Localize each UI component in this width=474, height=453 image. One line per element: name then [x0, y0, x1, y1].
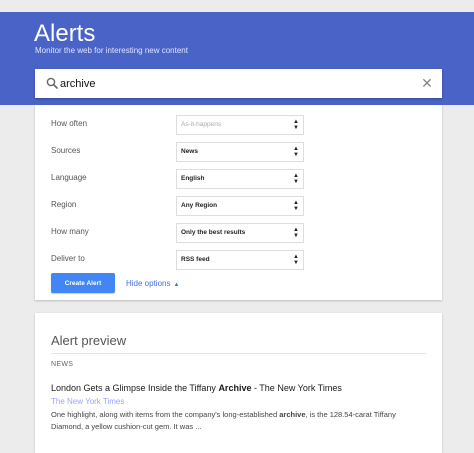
select-value: English	[181, 175, 205, 182]
option-row-language: Language English ▲ ▼	[51, 169, 431, 189]
language-select[interactable]: English ▲ ▼	[176, 169, 304, 189]
option-row-how-many: How many Only the best results ▲ ▼	[51, 223, 431, 243]
hide-options-link[interactable]: Hide options ▲	[126, 279, 179, 288]
section-label: NEWS	[51, 361, 74, 368]
option-row-deliver-to: Deliver to RSS feed ▲ ▼	[51, 250, 431, 270]
select-value: As-it-happens	[181, 121, 222, 128]
hide-options-label: Hide options	[126, 279, 171, 288]
page-title: Alerts	[34, 20, 96, 47]
select-arrows-icon: ▲ ▼	[293, 146, 299, 158]
header-bar: Alerts Monitor the web for interesting n…	[0, 12, 474, 105]
search-icon	[46, 77, 58, 89]
result-title-text: London Gets a Glimpse Inside the Tiffany	[51, 383, 219, 393]
sources-select[interactable]: News ▲ ▼	[176, 142, 304, 162]
option-label: How often	[51, 119, 88, 128]
search-box[interactable]: ✕	[35, 69, 442, 98]
search-input[interactable]	[60, 75, 400, 92]
result-snippet: One highlight, along with items from the…	[51, 409, 421, 432]
caret-up-icon: ▲	[173, 282, 180, 288]
how-many-select[interactable]: Only the best results ▲ ▼	[176, 223, 304, 243]
select-value: News	[181, 148, 198, 155]
alert-options-card: How often As-it-happens ▲ ▼ Sources News …	[35, 105, 442, 300]
select-arrows-icon: ▲ ▼	[293, 173, 299, 185]
close-icon[interactable]: ✕	[418, 74, 436, 92]
option-row-region: Region Any Region ▲ ▼	[51, 196, 431, 216]
select-arrows-icon: ▲ ▼	[293, 200, 299, 212]
option-label: Region	[51, 200, 77, 209]
snippet-text: One highlight, along with items from the…	[51, 410, 280, 419]
snippet-highlight: archive	[279, 410, 306, 419]
preview-title: Alert preview	[51, 333, 127, 348]
region-select[interactable]: Any Region ▲ ▼	[176, 196, 304, 216]
option-label: Deliver to	[51, 254, 85, 263]
option-label: Language	[51, 173, 87, 182]
option-label: Sources	[51, 146, 81, 155]
select-value: RSS feed	[181, 256, 210, 263]
option-label: How many	[51, 227, 89, 236]
deliver-to-select[interactable]: RSS feed ▲ ▼	[176, 250, 304, 270]
divider	[51, 353, 426, 354]
alert-preview-card: Alert preview NEWS London Gets a Glimpse…	[35, 313, 442, 453]
page-subtitle: Monitor the web for interesting new cont…	[35, 46, 188, 55]
select-arrows-icon: ▲ ▼	[293, 254, 299, 266]
result-title-highlight: Archive	[218, 383, 252, 393]
create-alert-button[interactable]: Create Alert	[51, 273, 115, 293]
result-title-link[interactable]: London Gets a Glimpse Inside the Tiffany…	[51, 383, 342, 393]
result-title-text-end: - The New York Times	[251, 383, 342, 393]
how-often-select: As-it-happens ▲ ▼	[176, 115, 304, 135]
select-arrows-icon: ▲ ▼	[293, 119, 299, 131]
select-arrows-icon: ▲ ▼	[293, 227, 299, 239]
result-source: The New York Times	[51, 397, 125, 406]
select-value: Only the best results	[181, 229, 246, 236]
option-row-how-often: How often As-it-happens ▲ ▼	[51, 115, 431, 135]
select-value: Any Region	[181, 202, 218, 209]
option-row-sources: Sources News ▲ ▼	[51, 142, 431, 162]
